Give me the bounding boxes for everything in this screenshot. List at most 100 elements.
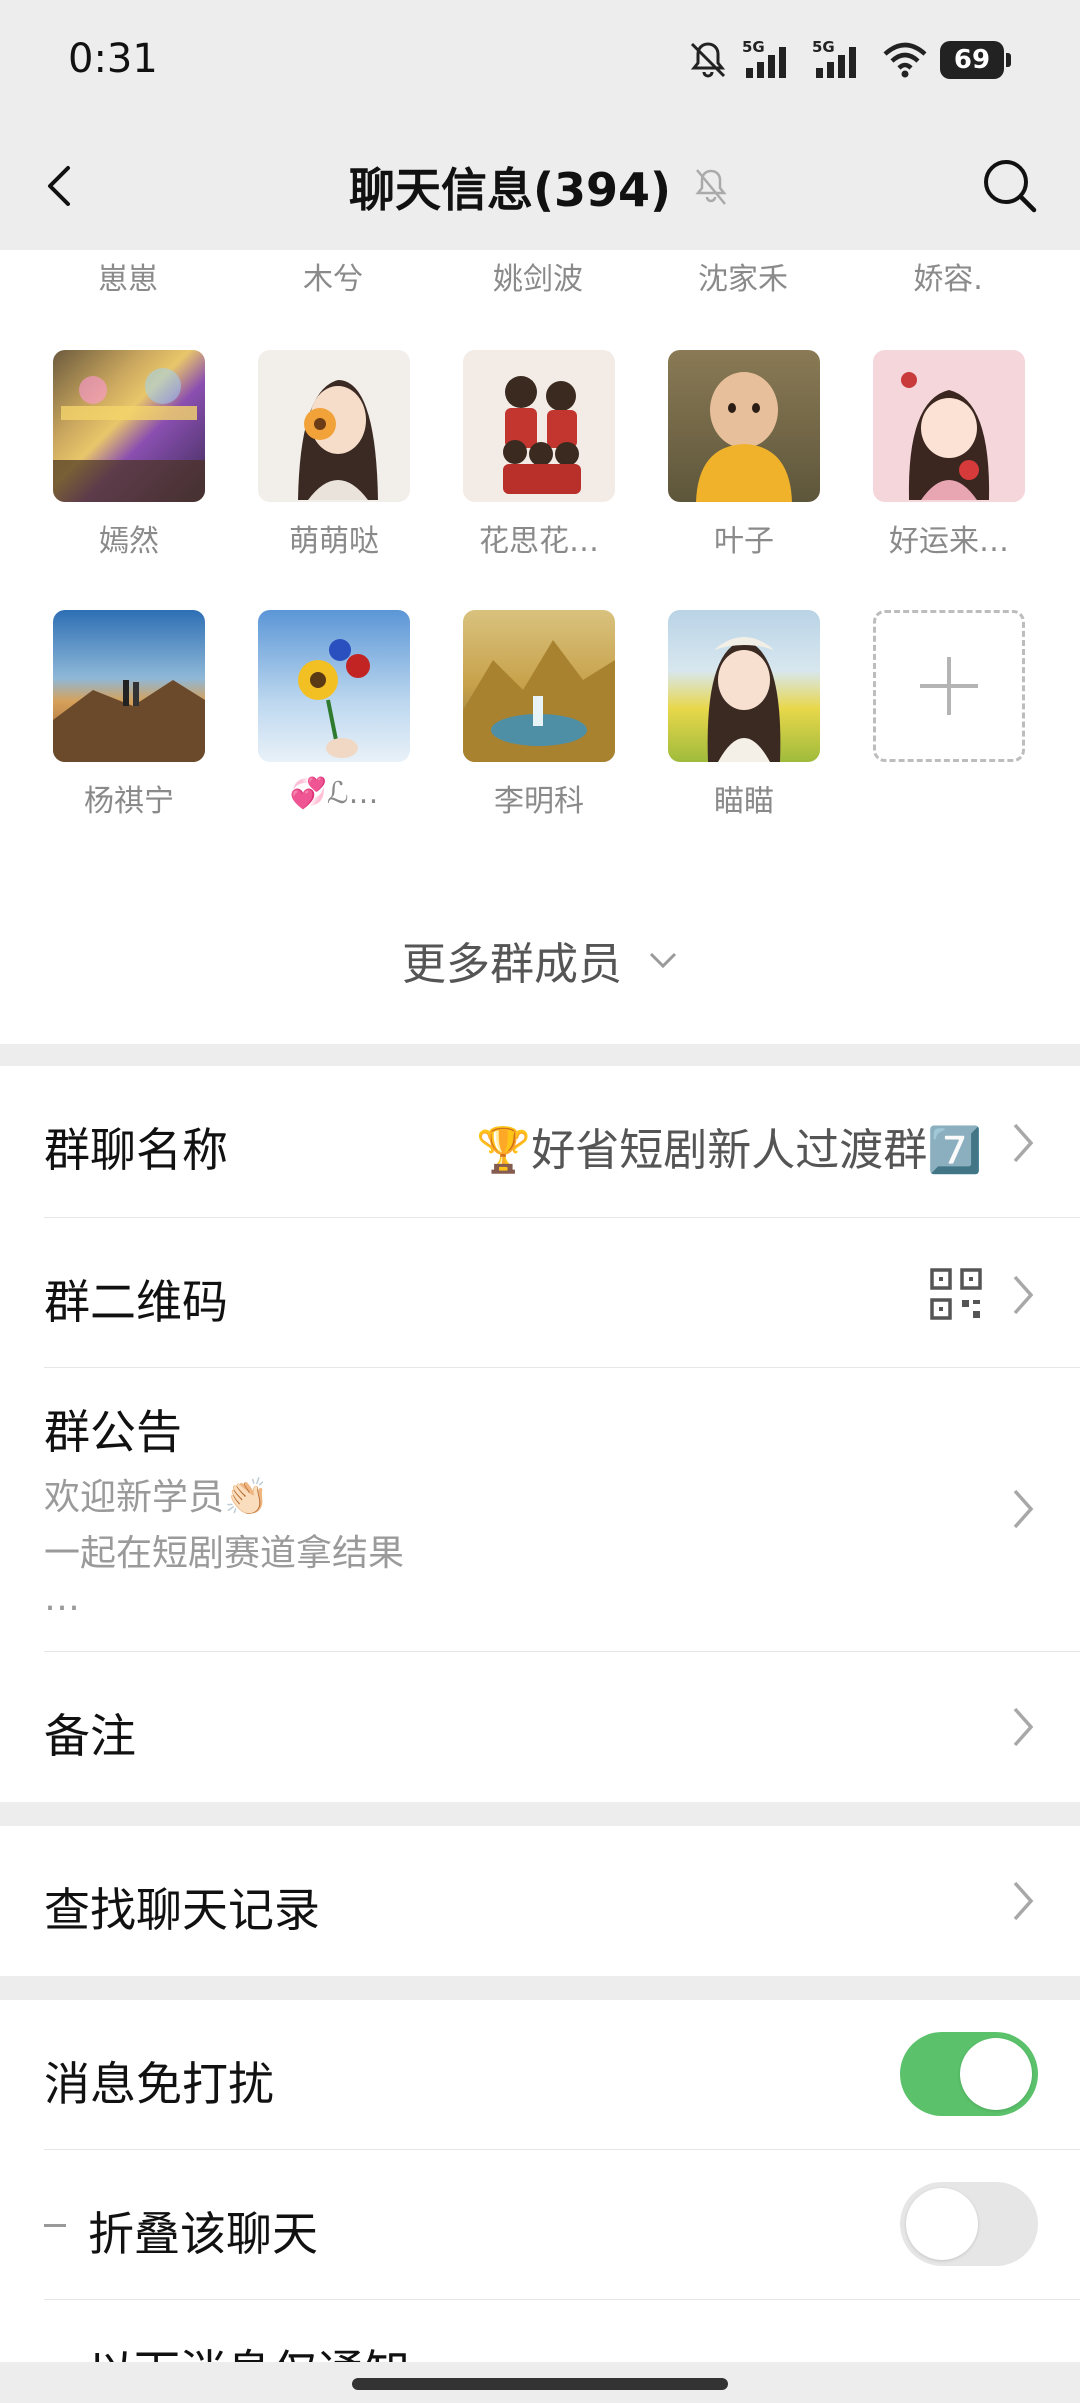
avatar[interactable] — [53, 610, 205, 762]
member-item[interactable]: 李明科 — [425, 610, 615, 830]
mute-bell-icon — [690, 42, 726, 78]
chevron-right-icon — [1013, 1707, 1034, 1747]
more-members-label: 更多群成员 — [402, 939, 622, 990]
member-name: 好运来… — [889, 524, 1009, 559]
qr-code-icon — [930, 1268, 982, 1320]
group-name-label: 群聊名称 — [44, 1123, 228, 1177]
notification-section: 消息免打扰 折叠该聊天 以下消息仅通知 — [0, 2000, 1080, 2362]
member-name[interactable]: 沈家禾 — [653, 254, 833, 298]
title-group: 聊天信息(394) — [0, 156, 1080, 218]
qr-code-row[interactable]: 群二维码 — [44, 1218, 1080, 1368]
toggle-knob — [906, 2188, 978, 2260]
member-name[interactable]: 木兮 — [243, 254, 423, 298]
add-member-button[interactable] — [873, 610, 1025, 762]
search-history-label: 查找聊天记录 — [44, 1883, 320, 1937]
network-label: 5G — [742, 38, 765, 56]
avatar-image — [298, 639, 370, 758]
nav-bar: 聊天信息(394) — [0, 124, 1080, 250]
member-name: 李明科 — [494, 784, 584, 819]
avatar-image — [53, 368, 205, 502]
notify-only-row[interactable]: 以下消息仅通知 — [44, 2300, 1080, 2362]
remark-row[interactable]: 备注 — [44, 1652, 1080, 1802]
avatar[interactable] — [873, 350, 1025, 502]
member-item[interactable]: 花思花… — [425, 350, 615, 570]
signal-5g-icon: 5G — [742, 38, 786, 78]
members-panel: 崽崽 木兮 姚剑波 沈家禾 娇容. 嫣然 萌萌哒 花思花… 叶子 好运来… 杨祺… — [0, 250, 1080, 1044]
member-name: 嫣然 — [99, 524, 159, 559]
member-item[interactable]: 💞ℒ… — [220, 610, 410, 830]
add-member-item[interactable] — [835, 610, 1025, 830]
avatar-image — [707, 637, 781, 762]
avatar[interactable] — [258, 610, 410, 762]
avatar[interactable] — [53, 350, 205, 502]
page-title: 聊天信息(394) — [348, 163, 672, 217]
avatar[interactable] — [463, 350, 615, 502]
search-history-row[interactable]: 查找聊天记录 — [44, 1826, 1080, 1976]
fold-chat-toggle[interactable] — [900, 2182, 1038, 2266]
announcement-line: 一起在短剧赛道拿结果 — [44, 1533, 405, 1574]
announcement-label: 群公告 — [44, 1405, 182, 1459]
dnd-row: 消息免打扰 — [44, 2000, 1080, 2150]
announcement-line: 欢迎新学员👏🏻 — [44, 1477, 269, 1518]
member-item[interactable]: 萌萌哒 — [220, 350, 410, 570]
avatar-image — [53, 680, 205, 762]
status-time: 0:31 — [68, 36, 158, 82]
member-item[interactable]: 叶子 — [630, 350, 820, 570]
partial-member-names: 崽崽 木兮 姚剑波 沈家禾 娇容. — [0, 250, 1080, 300]
member-name[interactable]: 娇容. — [858, 254, 1038, 298]
status-bar: 0:31 5G 5G 69 — [0, 0, 1080, 124]
dnd-toggle[interactable] — [900, 2032, 1038, 2116]
avatar-image — [696, 372, 792, 502]
member-name[interactable]: 姚剑波 — [448, 254, 628, 298]
avatar[interactable] — [668, 350, 820, 502]
muted-bell-icon — [695, 169, 727, 205]
status-icons: 5G 5G 69 — [686, 34, 1011, 86]
announcement-line: … — [44, 1578, 80, 1619]
member-name: 萌萌哒 — [289, 524, 379, 559]
member-name: 叶子 — [714, 524, 774, 559]
avatar[interactable] — [668, 610, 820, 762]
member-item[interactable]: 瞄瞄 — [630, 610, 820, 830]
member-name[interactable]: 崽崽 — [38, 254, 218, 298]
chevron-down-icon — [649, 952, 677, 969]
qr-code-label: 群二维码 — [44, 1275, 228, 1329]
fold-chat-label: 折叠该聊天 — [88, 2207, 318, 2261]
signal-5g-icon: 5G — [812, 38, 856, 78]
chevron-right-icon — [1013, 1489, 1034, 1529]
search-icon[interactable] — [978, 154, 1042, 218]
avatar-image — [463, 640, 615, 762]
battery-level: 69 — [953, 45, 991, 75]
plus-icon — [920, 657, 978, 715]
member-name: 花思花… — [479, 524, 599, 559]
member-item[interactable]: 嫣然 — [15, 350, 205, 570]
chevron-right-icon — [1013, 1275, 1034, 1315]
wifi-icon — [883, 42, 927, 78]
avatar[interactable] — [463, 610, 615, 762]
avatar[interactable] — [258, 350, 410, 502]
network-label: 5G — [812, 38, 835, 56]
battery-icon: 69 — [940, 41, 1011, 79]
dash-icon — [44, 2224, 66, 2227]
fold-chat-row: 折叠该聊天 — [44, 2150, 1080, 2300]
member-item[interactable]: 杨祺宁 — [15, 610, 205, 830]
avatar-image — [901, 372, 990, 500]
member-name: 瞄瞄 — [714, 784, 774, 819]
group-name-value: 🏆好省短剧新人过渡群7️⃣ — [476, 1125, 982, 1176]
dnd-label: 消息免打扰 — [44, 2057, 274, 2111]
home-indicator[interactable] — [352, 2378, 728, 2390]
announcement-row[interactable]: 群公告 欢迎新学员👏🏻 一起在短剧赛道拿结果 … — [44, 1368, 1080, 1652]
notify-only-label: 以下消息仅通知 — [88, 2336, 410, 2362]
remark-label: 备注 — [44, 1709, 136, 1763]
toggle-knob — [960, 2038, 1032, 2110]
chevron-right-icon — [1013, 1881, 1034, 1921]
chevron-right-icon — [1013, 1123, 1034, 1163]
member-name: 💞ℒ… — [289, 776, 379, 811]
avatar-image — [503, 376, 581, 494]
avatar-image — [298, 380, 378, 500]
group-info-section: 群聊名称 🏆好省短剧新人过渡群7️⃣ 群二维码 群公告 欢迎新学员👏🏻 一起在短… — [0, 1066, 1080, 1802]
search-history-section: 查找聊天记录 — [0, 1826, 1080, 1976]
member-item[interactable]: 好运来… — [835, 350, 1025, 570]
group-name-row[interactable]: 群聊名称 🏆好省短剧新人过渡群7️⃣ — [44, 1066, 1080, 1218]
more-members-button[interactable]: 更多群成员 — [0, 930, 1080, 990]
member-name: 杨祺宁 — [84, 784, 174, 819]
